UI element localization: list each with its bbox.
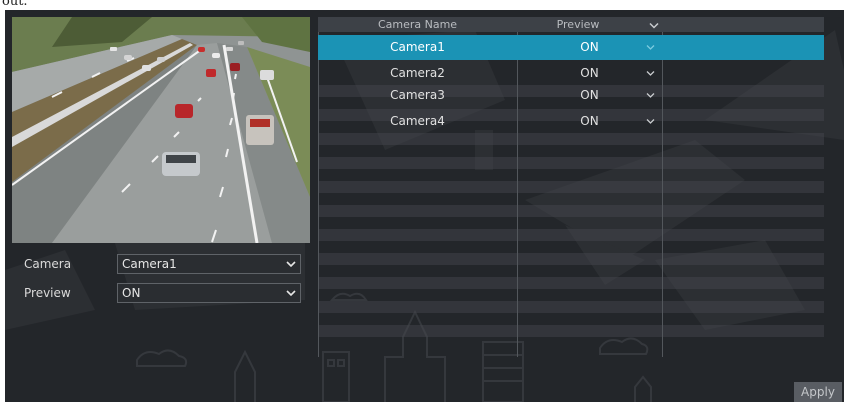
table-row-camera1[interactable]: Camera1 ON <box>318 35 824 60</box>
table-stripe <box>318 301 824 313</box>
camera-name-cell: Camera3 <box>390 88 445 102</box>
preview-label: Preview <box>24 286 71 300</box>
column-header-camera-name[interactable]: Camera Name <box>318 18 517 31</box>
camera-name-cell: Camera4 <box>390 114 445 128</box>
camera-select[interactable]: Camera1 <box>117 254 301 274</box>
camera-settings-panel: Camera Camera1 Preview ON Camera Name Pr… <box>5 10 844 402</box>
camera-table: Camera Name Preview Camera1 ON Camera2 O… <box>318 17 824 357</box>
table-row-camera4[interactable]: Camera4 ON <box>318 109 824 134</box>
chevron-down-icon[interactable] <box>646 92 655 99</box>
table-header: Camera Name Preview <box>318 17 824 32</box>
top-caption: out. <box>2 0 28 9</box>
table-stripe <box>318 253 824 265</box>
preview-cell: ON <box>580 88 599 102</box>
camera-name-cell: Camera1 <box>390 40 445 54</box>
table-stripe <box>318 277 824 289</box>
camera-name-cell: Camera2 <box>390 66 445 80</box>
table-stripe <box>318 229 824 241</box>
camera-select-value: Camera1 <box>122 257 177 271</box>
apply-button[interactable]: Apply <box>794 382 842 402</box>
table-row-camera3[interactable]: Camera3 ON <box>318 83 824 108</box>
camera-row: Camera Camera1 <box>12 254 302 276</box>
column-header-preview[interactable]: Preview <box>517 18 639 31</box>
chevron-down-icon <box>286 261 296 268</box>
table-stripe <box>318 181 824 193</box>
chevron-down-icon[interactable] <box>646 44 655 51</box>
preview-row: Preview ON <box>12 283 302 305</box>
table-stripe <box>318 133 824 145</box>
chevron-down-icon <box>286 290 296 297</box>
chevron-down-icon[interactable] <box>646 118 655 125</box>
preview-select[interactable]: ON <box>117 283 301 303</box>
camera-preview-image <box>12 17 310 243</box>
table-stripe <box>318 205 824 217</box>
table-stripe <box>318 325 824 337</box>
preview-cell: ON <box>580 66 599 80</box>
chevron-down-icon[interactable] <box>646 70 655 77</box>
preview-cell: ON <box>580 114 599 128</box>
camera-label: Camera <box>24 257 72 271</box>
chevron-down-icon[interactable] <box>649 22 659 29</box>
preview-cell: ON <box>580 40 599 54</box>
table-stripe <box>318 157 824 169</box>
preview-select-value: ON <box>122 286 141 300</box>
